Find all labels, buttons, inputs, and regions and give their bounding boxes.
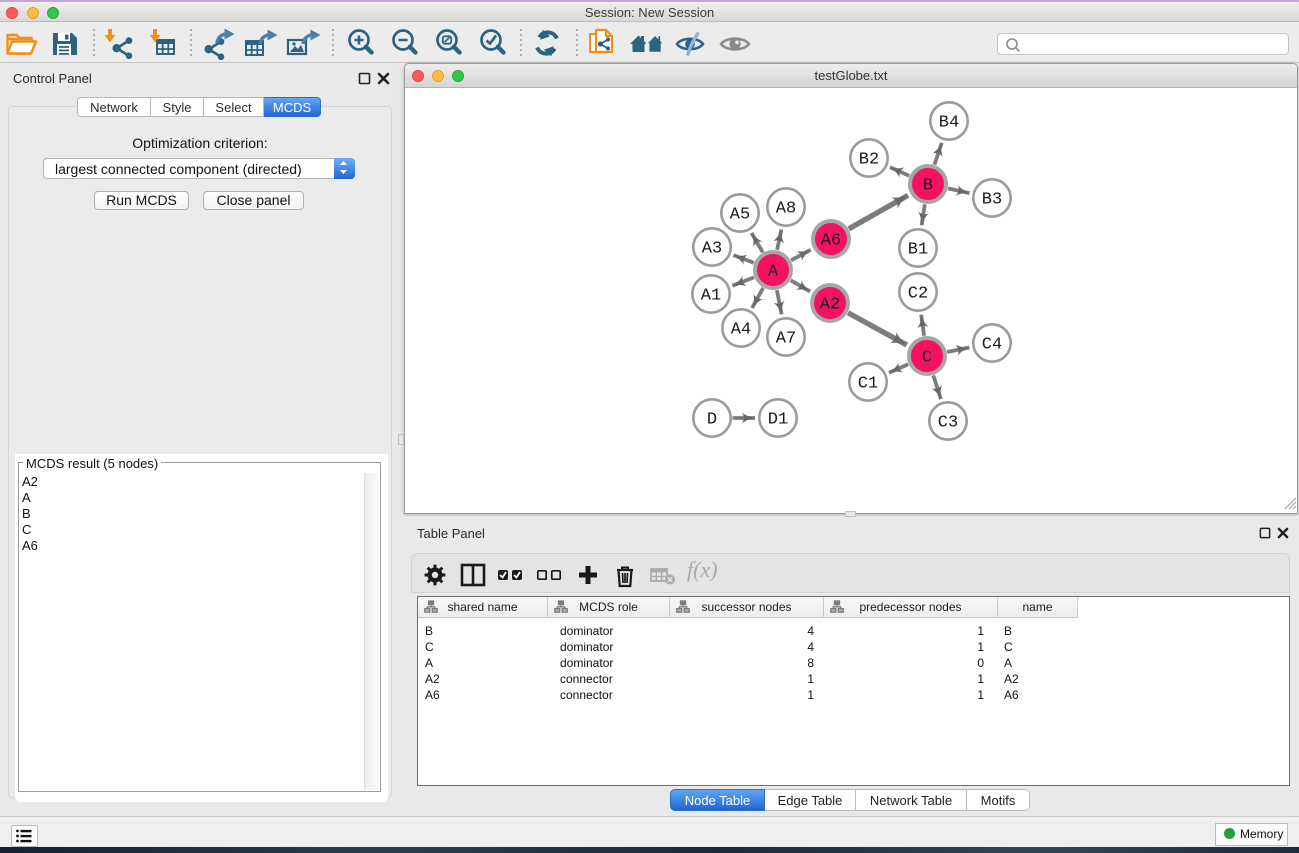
svg-text:B1: B1	[908, 241, 928, 260]
svg-text:C3: C3	[938, 414, 958, 433]
svg-text:B: B	[923, 177, 933, 196]
svg-text:A4: A4	[731, 321, 751, 340]
svg-text:B2: B2	[859, 151, 879, 170]
svg-text:C: C	[922, 349, 932, 368]
svg-text:A: A	[768, 263, 779, 282]
svg-text:A1: A1	[701, 287, 721, 306]
svg-text:C1: C1	[858, 375, 878, 394]
svg-text:A3: A3	[702, 240, 722, 259]
svg-text:D1: D1	[768, 411, 788, 430]
svg-text:A6: A6	[821, 232, 841, 251]
svg-text:A8: A8	[776, 200, 796, 219]
svg-text:B3: B3	[982, 191, 1002, 210]
svg-text:A5: A5	[730, 206, 750, 225]
svg-text:C4: C4	[982, 336, 1002, 355]
svg-text:B4: B4	[939, 114, 959, 133]
svg-text:A7: A7	[776, 330, 796, 349]
svg-text:C2: C2	[908, 285, 928, 304]
svg-text:A2: A2	[820, 296, 840, 315]
svg-text:D: D	[707, 411, 717, 430]
